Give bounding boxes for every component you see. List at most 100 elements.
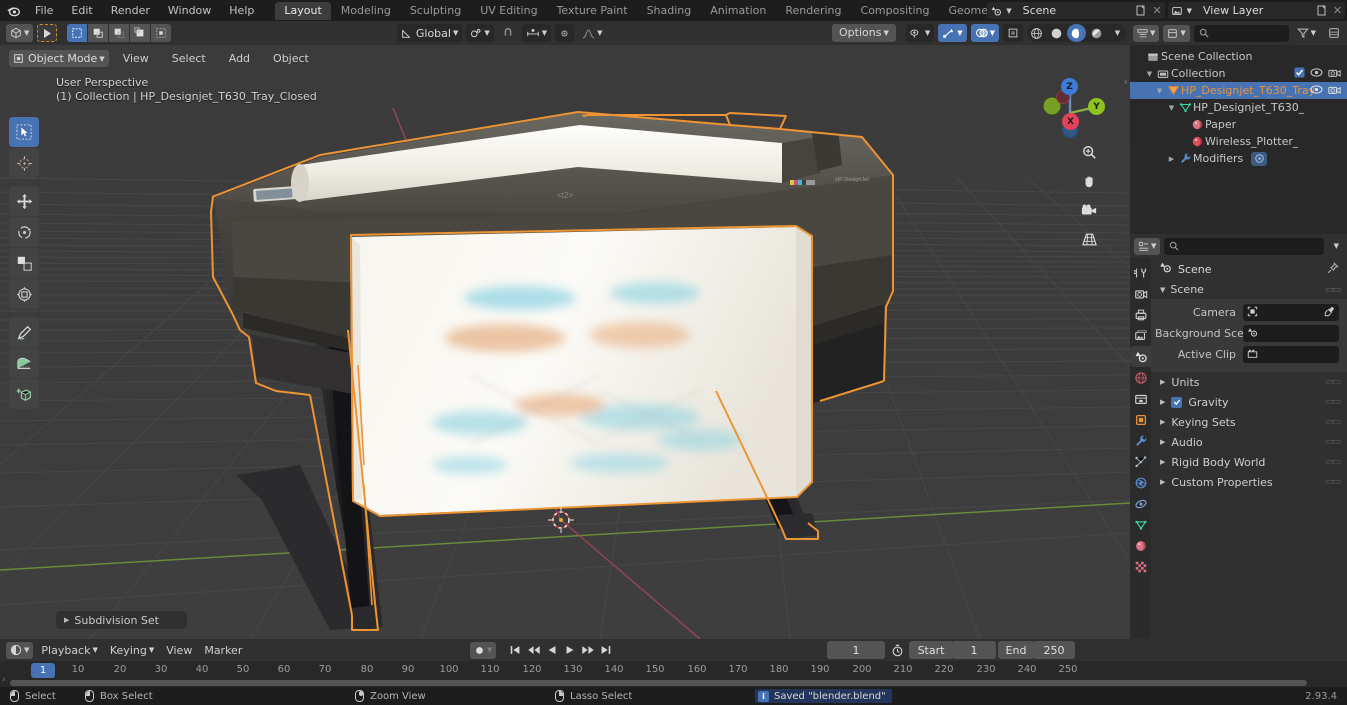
camera-icon[interactable] — [1328, 84, 1341, 98]
timeline-menu-view[interactable]: View — [162, 641, 196, 659]
workspace-tab-shading[interactable]: Shading — [638, 2, 701, 20]
checkbox-icon[interactable] — [1294, 66, 1305, 81]
x-icon[interactable]: ✕ — [1330, 2, 1345, 19]
expand-triangle-right-icon[interactable]: ▶ — [1160, 458, 1165, 466]
properties-search-input[interactable] — [1164, 237, 1324, 255]
workspace-tab-uv-editing[interactable]: UV Editing — [471, 2, 546, 20]
eye-icon[interactable] — [1310, 67, 1323, 81]
outliner-search-input[interactable] — [1193, 24, 1289, 42]
timeline-horizontal-scrollbar[interactable] — [10, 680, 1307, 686]
scene-tab-icon[interactable] — [1130, 346, 1151, 367]
shading-material-preview-icon[interactable] — [1067, 24, 1086, 42]
output-tab-icon[interactable] — [1130, 304, 1151, 325]
eyedropper-icon[interactable] — [1324, 306, 1335, 320]
workspace-tab-sculpting[interactable]: Sculpting — [401, 2, 470, 20]
workspace-tab-animation[interactable]: Animation — [701, 2, 775, 20]
viewlayer-name-field[interactable]: View Layer — [1195, 2, 1313, 19]
transform-orientation-dropdown[interactable]: Global ▼ — [396, 24, 463, 42]
outliner-row-hp-designjet-tray[interactable]: ▼ HP_Designjet_T630_Tray — [1130, 82, 1347, 99]
new-copy-icon[interactable] — [1132, 2, 1150, 19]
scene-panel-header[interactable]: ▼ Scene ▭▭ — [1151, 280, 1347, 299]
rigid-body-world-panel[interactable]: ▶ Rigid Body World ▭▭ — [1151, 452, 1347, 472]
new-copy-icon[interactable] — [1313, 2, 1330, 19]
outliner-row-modifiers[interactable]: ▶ Modifiers — [1130, 150, 1347, 167]
camera-view-icon[interactable] — [1078, 199, 1100, 221]
menu-edit[interactable]: Edit — [62, 0, 101, 21]
viewlayer-datablock[interactable]: ▼ View Layer ✕ — [1167, 2, 1345, 19]
expand-triangle-right-icon[interactable]: ▶ — [1166, 155, 1177, 163]
pivot-point-dropdown[interactable]: ▼ — [466, 24, 494, 42]
workspace-tab-compositing[interactable]: Compositing — [852, 2, 939, 20]
scene-name-field[interactable]: Scene — [1014, 2, 1133, 19]
physics-tab-icon[interactable] — [1130, 472, 1151, 493]
viewport-menu-view[interactable]: View — [114, 48, 158, 69]
constraints-tab-icon[interactable] — [1130, 493, 1151, 514]
viewport-menu-add[interactable]: Add — [220, 48, 259, 69]
toolbar-tweak-toggle[interactable] — [37, 24, 58, 42]
measure-icon[interactable] — [9, 348, 39, 378]
playback-menu[interactable]: Playback ▼ — [37, 641, 101, 659]
x-icon[interactable]: ✕ — [1149, 2, 1165, 19]
select-set-icon[interactable] — [67, 24, 88, 42]
timeline-ruler[interactable]: 1 10 20 30 40 50 60 70 80 90 100 110 120… — [0, 661, 1347, 680]
collection-tab-icon[interactable] — [1130, 388, 1151, 409]
viewport-menu-object[interactable]: Object — [264, 48, 318, 69]
menu-help[interactable]: Help — [220, 0, 263, 21]
pan-hand-icon[interactable] — [1078, 170, 1100, 192]
expand-triangle-down-icon[interactable]: ▼ — [1166, 104, 1177, 112]
workspace-tab-layout[interactable]: Layout — [275, 1, 331, 20]
outliner-row-material-wireless-plotter[interactable]: Wireless_Plotter_ — [1130, 133, 1347, 150]
workspace-tab-texture-paint[interactable]: Texture Paint — [548, 2, 637, 20]
gizmo-icon[interactable]: ▼ — [938, 24, 967, 42]
overlays-icon[interactable]: ▼ — [970, 24, 999, 42]
gizmo-axis-z[interactable]: Z — [1061, 78, 1078, 95]
xray-toggle-icon[interactable] — [1003, 24, 1023, 42]
expand-triangle-right-icon[interactable]: ▶ — [1160, 398, 1165, 406]
outliner-row-material-paper[interactable]: Paper — [1130, 116, 1347, 133]
select-intersect-icon[interactable] — [151, 24, 172, 42]
viewport-nav-gizmo[interactable]: Z Y X — [1030, 73, 1106, 149]
object-types-visibility-icon[interactable]: ▼ — [905, 24, 935, 42]
scroll-left-arrow-icon[interactable]: › — [2, 675, 6, 685]
timeline-editor-icon[interactable]: ▼ — [6, 641, 34, 659]
pin-icon[interactable] — [1327, 261, 1339, 277]
transform-icon[interactable] — [9, 279, 39, 309]
viewport-options-dropdown[interactable]: Options ▼ — [831, 24, 896, 42]
workspace-tab-rendering[interactable]: Rendering — [776, 2, 850, 20]
add-cube-icon[interactable] — [9, 379, 39, 409]
eye-icon[interactable] — [1310, 84, 1323, 98]
play-reverse-icon[interactable] — [543, 641, 560, 659]
shading-solid-icon[interactable] — [1047, 24, 1066, 42]
menu-window[interactable]: Window — [159, 0, 220, 21]
end-frame-value[interactable]: 250 — [1033, 641, 1075, 659]
3d-viewport[interactable]: <t2> HP DesignJet Object Mode ▼ View Sel… — [0, 45, 1130, 639]
snap-target-dropdown[interactable]: ▼ — [521, 24, 552, 42]
camera-field[interactable] — [1243, 304, 1339, 321]
outliner-row-mesh-data[interactable]: ▼ HP_Designjet_T630_ — [1130, 99, 1347, 116]
gravity-panel[interactable]: ▶ Gravity ▭▭ — [1151, 392, 1347, 412]
object-tab-icon[interactable] — [1130, 409, 1151, 430]
annotate-icon[interactable] — [9, 317, 39, 347]
zoom-icon[interactable] — [1078, 141, 1100, 163]
play-icon[interactable] — [561, 641, 578, 659]
scale-icon[interactable] — [9, 248, 39, 278]
outliner-row-collection[interactable]: ▼ Collection — [1130, 65, 1347, 82]
properties-options-chevron-icon[interactable]: ▼ — [1330, 242, 1343, 250]
properties-editor-icon[interactable]: ▼ — [1134, 237, 1161, 255]
subdivision-modifier-icon[interactable] — [1251, 151, 1268, 166]
use-preview-range-icon[interactable] — [887, 641, 907, 659]
scene-icon[interactable]: ▼ — [987, 2, 1015, 19]
next-keyframe-icon[interactable] — [579, 641, 596, 659]
outliner-editor[interactable]: ▼ ▼ ▼ Scene Collection ▼ Collection ▼ HP… — [1130, 21, 1347, 234]
outliner-row-scene-collection[interactable]: Scene Collection — [1130, 48, 1347, 65]
menu-render[interactable]: Render — [102, 0, 159, 21]
properties-editor[interactable]: ▼ ▼ Scene ▼ Scene ▭▭ Camera Background S… — [1130, 234, 1347, 639]
timeline-menu-marker[interactable]: Marker — [200, 641, 246, 659]
audio-panel[interactable]: ▶ Audio ▭▭ — [1151, 432, 1347, 452]
camera-icon[interactable] — [1328, 67, 1341, 81]
filter-funnel-icon[interactable]: ▼ — [1293, 24, 1320, 42]
proportional-edit-icon[interactable] — [555, 24, 575, 42]
shading-rendered-icon[interactable] — [1087, 24, 1106, 42]
scene-datablock[interactable]: ▼ Scene ✕ — [987, 2, 1165, 19]
move-icon[interactable] — [9, 186, 39, 216]
